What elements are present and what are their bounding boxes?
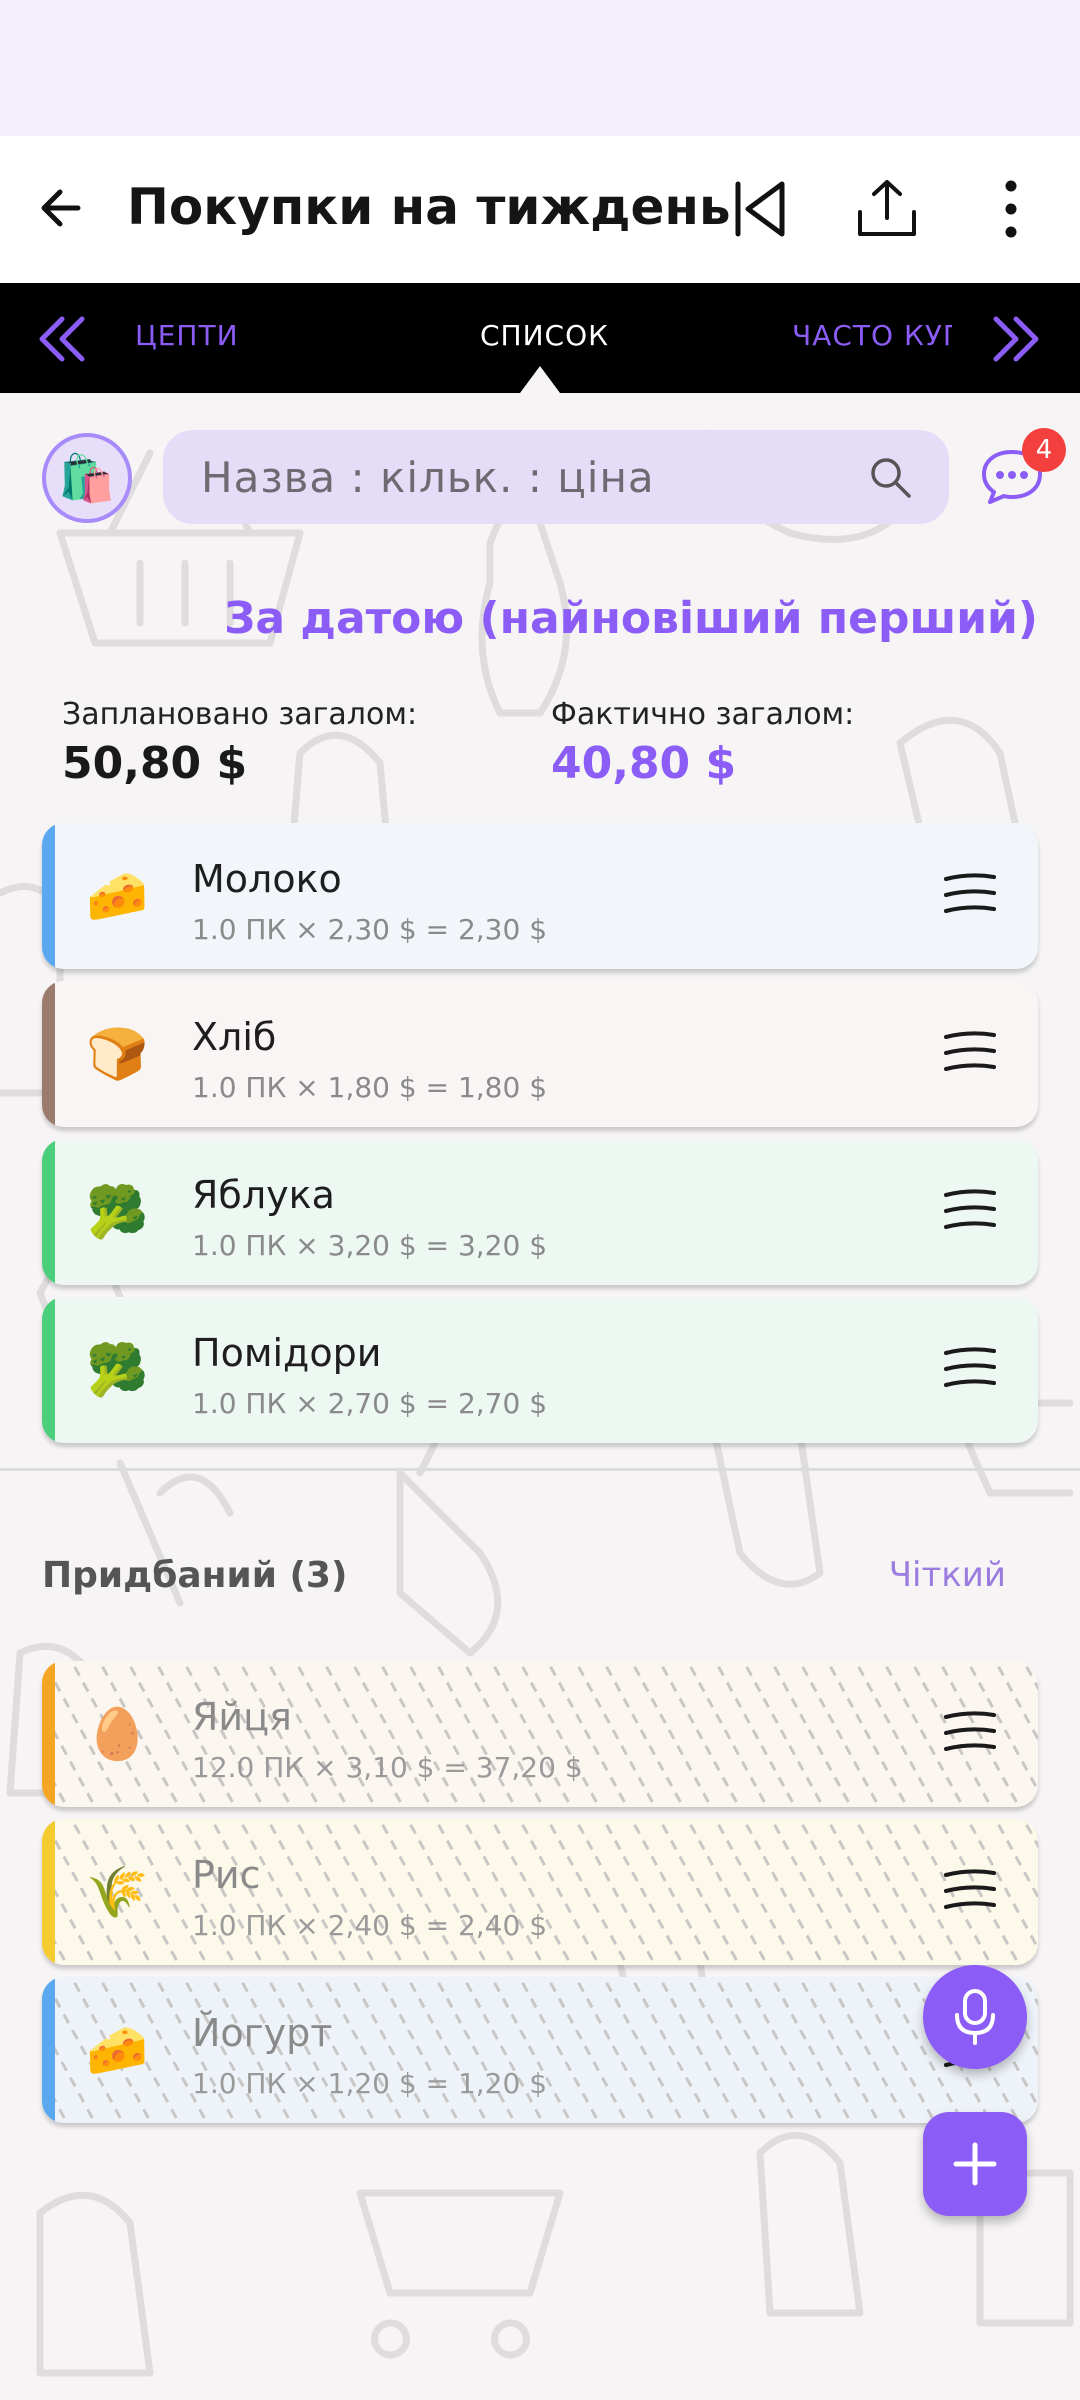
- drag-handle-icon[interactable]: [942, 871, 998, 919]
- microphone-icon: [955, 1989, 995, 2045]
- active-item-card[interactable]: 🧀 Молоко 1.0 ПК × 2,30 $ = 2,30 $: [42, 823, 1038, 969]
- category-icon: 🥚: [86, 1705, 149, 1763]
- item-name: Рис: [192, 1853, 261, 1897]
- share-icon[interactable]: [852, 174, 922, 244]
- active-item-card[interactable]: 🍞 Хліб 1.0 ПК × 1,80 $ = 1,80 $: [42, 981, 1038, 1127]
- category-stripe: [42, 981, 55, 1127]
- tab-frequent[interactable]: ЧАСТО КУП: [792, 319, 952, 352]
- category-icon: 🍞: [86, 1025, 149, 1083]
- planned-total-label: Заплановано загалом:: [62, 697, 418, 732]
- actual-total-label: Фактично загалом:: [551, 697, 855, 732]
- sort-label[interactable]: За датою (найновіший перший): [224, 593, 1038, 644]
- chevron-double-right-icon[interactable]: [990, 313, 1042, 365]
- bought-item-card[interactable]: 🧀 Йогурт 1.0 ПК × 1,20 $ = 1,20 $: [42, 1977, 1038, 2123]
- planned-total-value: 50,80 $: [62, 738, 248, 789]
- chevron-double-left-icon[interactable]: [36, 313, 88, 365]
- category-icon: 🧀: [86, 867, 149, 925]
- search-input[interactable]: [201, 452, 841, 502]
- active-item-card[interactable]: 🥦 Помідори 1.0 ПК × 2,70 $ = 2,70 $: [42, 1297, 1038, 1443]
- active-item-card[interactable]: 🥦 Яблука 1.0 ПК × 3,20 $ = 3,20 $: [42, 1139, 1038, 1285]
- status-bar: [0, 0, 1080, 136]
- category-stripe: [42, 1661, 55, 1807]
- category-stripe: [42, 1139, 55, 1285]
- category-icon: 🥦: [86, 1341, 149, 1399]
- item-detail: 1.0 ПК × 2,40 $ = 2,40 $: [192, 1909, 548, 1942]
- category-icon: 🧀: [86, 2021, 149, 2079]
- item-detail: 1.0 ПК × 1,80 $ = 1,80 $: [192, 1071, 548, 1104]
- tab-indicator: [520, 366, 560, 393]
- bought-section-header: Придбаний (3): [42, 1555, 348, 1596]
- drag-handle-icon[interactable]: [942, 1029, 998, 1077]
- voice-input-button[interactable]: [923, 1965, 1027, 2069]
- item-detail: 1.0 ПК × 1,20 $ = 1,20 $: [192, 2067, 548, 2100]
- category-icon: 🌾: [86, 1863, 149, 1921]
- tab-recipes[interactable]: ЦЕПТИ: [135, 319, 239, 352]
- category-stripe: [42, 823, 55, 969]
- bought-item-card[interactable]: 🌾 Рис 1.0 ПК × 2,40 $ = 2,40 $: [42, 1819, 1038, 1965]
- plus-icon: [953, 2142, 997, 2186]
- avatar[interactable]: 🛍️: [42, 433, 132, 523]
- divider: [0, 1468, 1080, 1471]
- category-icon: 🥦: [86, 1183, 149, 1241]
- drag-handle-icon[interactable]: [942, 1345, 998, 1393]
- actual-total-value: 40,80 $: [551, 738, 737, 789]
- chat-badge: 4: [1022, 428, 1066, 472]
- more-vert-icon[interactable]: [976, 174, 1046, 244]
- back-arrow-icon[interactable]: [34, 176, 98, 240]
- clear-bought-button[interactable]: Чіткий: [889, 1555, 1006, 1595]
- search-icon[interactable]: [867, 454, 913, 500]
- item-name: Молоко: [192, 857, 342, 901]
- skip-start-icon[interactable]: [726, 174, 796, 244]
- shopping-bags-icon: 🛍️: [58, 450, 116, 505]
- item-name: Яблука: [192, 1173, 335, 1217]
- category-stripe: [42, 1297, 55, 1443]
- search-bar: [163, 430, 949, 524]
- add-item-button[interactable]: [923, 2112, 1027, 2216]
- item-name: Хліб: [192, 1015, 277, 1059]
- drag-handle-icon[interactable]: [942, 1709, 998, 1757]
- item-detail: 12.0 ПК × 3,10 $ = 37,20 $: [192, 1751, 583, 1784]
- page-title: Покупки на тиждень: [127, 178, 731, 236]
- tab-list[interactable]: СПИСОК: [480, 319, 609, 352]
- category-stripe: [42, 1819, 55, 1965]
- app-bar: Покупки на тиждень: [0, 136, 1080, 283]
- item-detail: 1.0 ПК × 2,70 $ = 2,70 $: [192, 1387, 548, 1420]
- category-stripe: [42, 1977, 55, 2123]
- drag-handle-icon[interactable]: [942, 1867, 998, 1915]
- item-detail: 1.0 ПК × 2,30 $ = 2,30 $: [192, 913, 548, 946]
- item-detail: 1.0 ПК × 3,20 $ = 3,20 $: [192, 1229, 548, 1262]
- item-name: Помідори: [192, 1331, 382, 1375]
- bought-item-card[interactable]: 🥚 Яйця 12.0 ПК × 3,10 $ = 37,20 $: [42, 1661, 1038, 1807]
- drag-handle-icon[interactable]: [942, 1187, 998, 1235]
- item-name: Яйця: [192, 1695, 292, 1739]
- item-name: Йогурт: [192, 2011, 333, 2055]
